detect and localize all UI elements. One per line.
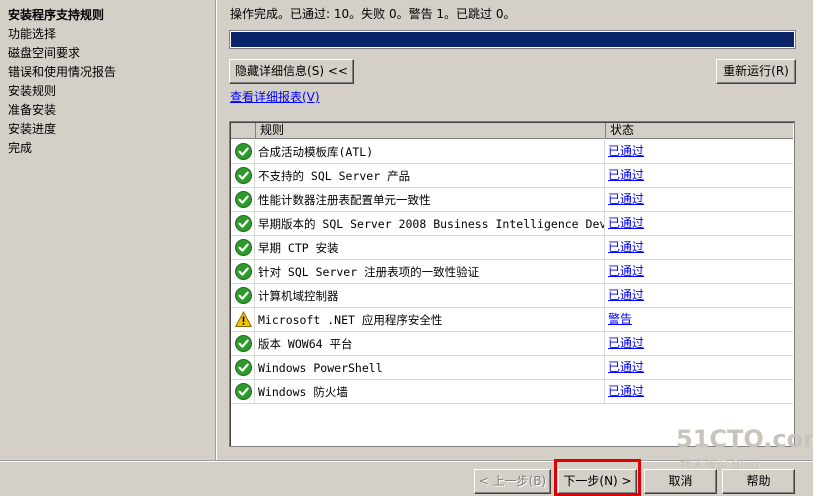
back-button[interactable]: < 上一步(B) — [474, 469, 551, 494]
rule-name: Microsoft .NET 应用程序安全性 — [256, 308, 605, 332]
row-icon-cell — [231, 140, 255, 164]
table-row[interactable]: Windows 防火墙 已通过 — [231, 380, 793, 404]
progress-bar — [229, 30, 796, 49]
rule-status-link[interactable]: 已通过 — [608, 284, 644, 308]
pass-check-icon — [235, 143, 252, 160]
rule-status-link[interactable]: 已通过 — [608, 188, 644, 212]
rule-name: 不支持的 SQL Server 产品 — [256, 164, 605, 188]
header-rule[interactable]: 规则 — [256, 123, 606, 139]
header-status[interactable]: 状态 — [606, 123, 793, 139]
row-icon-cell — [231, 164, 255, 188]
rule-name: 合成活动模板库(ATL) — [256, 140, 605, 164]
rule-status-link[interactable]: 已通过 — [608, 380, 644, 404]
pass-check-icon — [235, 191, 252, 208]
rule-status-link[interactable]: 已通过 — [608, 236, 644, 260]
table-row[interactable]: 针对 SQL Server 注册表项的一致性验证 已通过 — [231, 260, 793, 284]
rerun-button[interactable]: 重新运行(R) — [716, 59, 796, 84]
rule-status-link[interactable]: 已通过 — [608, 332, 644, 356]
row-icon-cell — [231, 380, 255, 404]
row-icon-cell — [231, 332, 255, 356]
pass-check-icon — [235, 287, 252, 304]
sidebar-item-install-rules: 安装规则 — [8, 84, 57, 98]
rule-name: 性能计数器注册表配置单元一致性 — [256, 188, 605, 212]
sidebar-item-error-reporting: 错误和使用情况报告 — [8, 65, 117, 79]
warning-icon — [234, 310, 253, 328]
row-icon-cell — [231, 284, 255, 308]
sidebar-item-disk-space: 磁盘空间要求 — [8, 46, 81, 60]
sidebar: 安装程序支持规则 功能选择 磁盘空间要求 错误和使用情况报告 安装规则 准备安装… — [0, 0, 216, 460]
table-row[interactable]: 合成活动模板库(ATL) 已通过 — [231, 140, 793, 164]
sidebar-item-install-progress: 安装进度 — [8, 122, 57, 136]
sidebar-item-setup-support-rules: 安装程序支持规则 — [8, 8, 105, 22]
pass-check-icon — [235, 383, 252, 400]
row-icon-cell — [231, 308, 255, 332]
cancel-button[interactable]: 取消 — [644, 469, 717, 494]
table-row[interactable]: 版本 WOW64 平台 已通过 — [231, 332, 793, 356]
sidebar-item-feature-selection: 功能选择 — [8, 27, 57, 41]
table-row[interactable]: Microsoft .NET 应用程序安全性 警告 — [231, 308, 793, 332]
row-icon-cell — [231, 188, 255, 212]
rule-name: 计算机域控制器 — [256, 284, 605, 308]
summary-status-text: 操作完成。已通过: 10。失败 0。警告 1。已跳过 0。 — [230, 7, 516, 21]
rule-name: 早期版本的 SQL Server 2008 Business Intellige… — [256, 212, 605, 236]
rule-status-link[interactable]: 已通过 — [608, 164, 644, 188]
pass-check-icon — [235, 263, 252, 280]
rule-name: 版本 WOW64 平台 — [256, 332, 605, 356]
table-header: 规则 状态 — [231, 123, 793, 139]
pass-check-icon — [235, 167, 252, 184]
rule-status-link[interactable]: 警告 — [608, 308, 632, 332]
row-icon-cell — [231, 236, 255, 260]
sidebar-item-complete: 完成 — [8, 141, 33, 155]
table-row[interactable]: Windows PowerShell 已通过 — [231, 356, 793, 380]
rule-status-link[interactable]: 已通过 — [608, 212, 644, 236]
header-icon-column — [231, 123, 256, 139]
progress-bar-fill — [231, 32, 794, 47]
pass-check-icon — [235, 359, 252, 376]
hide-details-button[interactable]: 隐藏详细信息(S) << — [229, 59, 354, 84]
sidebar-item-ready-to-install: 准备安装 — [8, 103, 57, 117]
table-row[interactable]: 早期 CTP 安装 已通过 — [231, 236, 793, 260]
pass-check-icon — [235, 239, 252, 256]
table-row[interactable]: 计算机域控制器 已通过 — [231, 284, 793, 308]
table-row[interactable]: 不支持的 SQL Server 产品 已通过 — [231, 164, 793, 188]
rule-name: Windows PowerShell — [256, 356, 605, 380]
next-button-highlight-box — [554, 459, 641, 496]
rule-status-link[interactable]: 已通过 — [608, 356, 644, 380]
rule-name: Windows 防火墙 — [256, 380, 605, 404]
rule-status-link[interactable]: 已通过 — [608, 260, 644, 284]
help-button[interactable]: 帮助 — [722, 469, 795, 494]
table-row[interactable]: 早期版本的 SQL Server 2008 Business Intellige… — [231, 212, 793, 236]
rule-status-link[interactable]: 已通过 — [608, 140, 644, 164]
row-icon-cell — [231, 212, 255, 236]
pass-check-icon — [235, 335, 252, 352]
rules-table: 规则 状态 合成活动模板库(ATL) 已通过 不支持的 SQL Server 产品已… — [229, 121, 795, 447]
watermark-logo: 51CTO.com — [676, 425, 813, 453]
view-detailed-report-link[interactable]: 查看详细报表(V) — [230, 88, 320, 105]
row-icon-cell — [231, 356, 255, 380]
rule-name: 针对 SQL Server 注册表项的一致性验证 — [256, 260, 605, 284]
row-icon-cell — [231, 260, 255, 284]
rule-name: 早期 CTP 安装 — [256, 236, 605, 260]
pass-check-icon — [235, 215, 252, 232]
table-row[interactable]: 性能计数器注册表配置单元一致性 已通过 — [231, 188, 793, 212]
